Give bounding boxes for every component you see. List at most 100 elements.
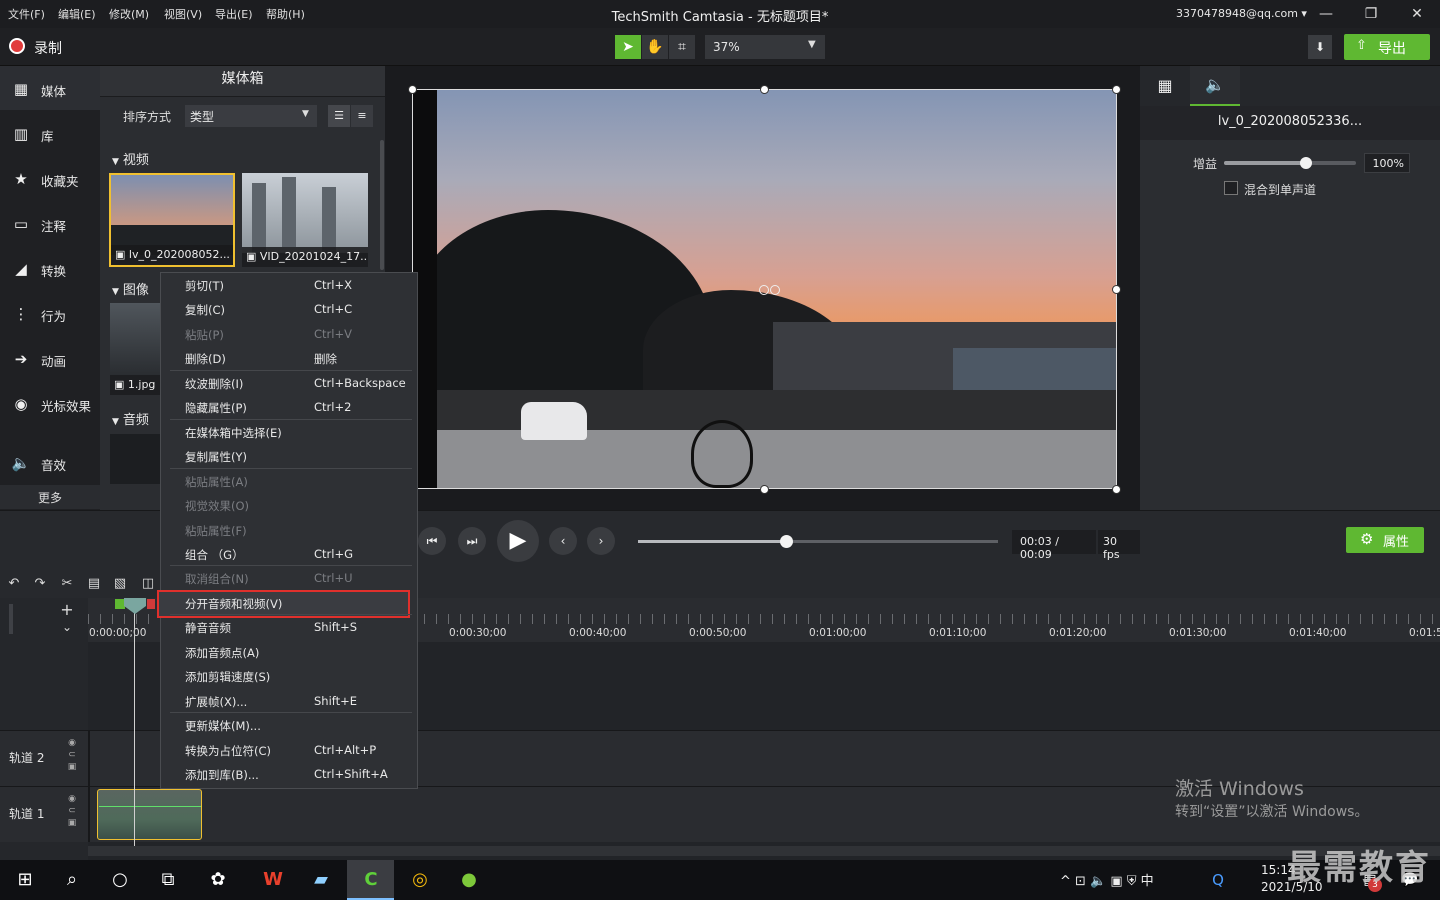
context-menu-item[interactable]: 分开音频和视频(V) <box>161 591 417 615</box>
context-menu-item[interactable]: 添加音频点(A) <box>161 640 417 664</box>
redo-icon[interactable]: ↷ <box>30 576 50 594</box>
context-menu-item[interactable]: 扩展帧(X)... Shift+E <box>161 689 417 713</box>
sidebar-item-library[interactable]: ▥ 库 <box>0 111 100 155</box>
camtasia-icon[interactable]: C <box>356 866 386 894</box>
track-1-controls-icon[interactable]: ◉ ⊂ ▣ <box>66 793 78 829</box>
timeline-scrollbar[interactable] <box>88 846 1440 856</box>
tab-audio-properties[interactable]: 🔈 <box>1190 66 1240 106</box>
search-icon[interactable]: ⌕ <box>57 866 87 894</box>
resize-handle[interactable] <box>408 85 417 94</box>
account-menu[interactable]: 3370478948@qq.com ▾ <box>1176 7 1307 20</box>
prev-clip-icon[interactable]: ‹ <box>549 527 577 555</box>
in-point-marker[interactable] <box>115 599 125 609</box>
start-icon[interactable]: ⊞ <box>10 866 40 894</box>
context-menu-item[interactable]: 转换为占位符(C) Ctrl+Alt+P <box>161 738 417 762</box>
sidebar-item-behaviors[interactable]: ⋮ 行为 <box>0 291 100 335</box>
playhead[interactable] <box>134 600 135 846</box>
app-pinwheel-icon[interactable]: ✿ <box>203 866 233 894</box>
context-menu-item[interactable]: 在媒体箱中选择(E) <box>161 420 417 444</box>
zoom-in-icon[interactable]: + <box>56 600 78 619</box>
tab-video-properties[interactable]: ▦ <box>1140 66 1190 106</box>
qq-icon[interactable]: Q <box>1203 866 1233 894</box>
context-menu-item[interactable]: 复制(C) Ctrl+C <box>161 297 417 321</box>
media-thumb-image-1[interactable]: ▣ 1.jpg <box>110 303 160 395</box>
hand-tool-icon[interactable]: ✋ <box>642 35 668 59</box>
rotate-handle[interactable] <box>770 285 780 295</box>
properties-button[interactable]: 属性 <box>1346 527 1424 553</box>
gain-value-input[interactable]: 100% <box>1364 153 1410 173</box>
undo-icon[interactable]: ↶ <box>4 576 24 594</box>
crop-tool-icon[interactable]: ⌗ <box>669 35 695 59</box>
sidebar-item-favorites[interactable]: ★ 收藏夹 <box>0 156 100 200</box>
scrub-handle[interactable] <box>779 535 793 548</box>
close-button[interactable]: ✕ <box>1402 4 1432 24</box>
melon-app-icon[interactable]: ● <box>454 866 484 894</box>
tick-label: 0:01:30;00 <box>1169 627 1227 639</box>
wps-icon[interactable]: W <box>258 866 288 894</box>
track-2-controls-icon[interactable]: ◉ ⊂ ▣ <box>66 737 78 773</box>
sidebar-item-transitions[interactable]: ◢ 转换 <box>0 246 100 290</box>
select-tool-icon[interactable]: ➤ <box>615 35 641 59</box>
rotate-handle[interactable] <box>759 285 769 295</box>
split-icon[interactable]: ◫ <box>138 576 158 594</box>
copy-icon[interactable]: ▤ <box>84 576 104 594</box>
context-menu-item[interactable]: 剪切(T) Ctrl+X <box>161 273 417 297</box>
context-menu-item[interactable]: 静音音频 Shift+S <box>161 615 417 639</box>
section-video[interactable]: ▼ 视频 <box>112 149 149 168</box>
step-forward-icon[interactable]: ⏭ <box>458 527 486 555</box>
maximize-button[interactable]: ❐ <box>1356 4 1386 24</box>
media-thumb-audio-1[interactable] <box>110 434 160 484</box>
minimize-button[interactable]: — <box>1311 4 1341 24</box>
record-button[interactable]: 录制 <box>34 38 62 58</box>
sidebar-item-cursor-effects[interactable]: ◉ 光标效果 <box>0 381 100 425</box>
context-menu-item[interactable]: 删除(D) 删除 <box>161 346 417 370</box>
timeline-zoom-slider[interactable] <box>9 604 13 634</box>
context-menu-item[interactable]: 隐藏属性(P) Ctrl+2 <box>161 395 417 419</box>
step-back-icon[interactable]: ⏮ <box>418 527 446 555</box>
cortana-icon[interactable]: ○ <box>105 866 135 894</box>
context-menu-item[interactable]: 添加剪辑速度(S) <box>161 664 417 688</box>
section-audio[interactable]: ▼ 音频 <box>112 409 149 428</box>
sidebar-item-animations[interactable]: ➔ 动画 <box>0 336 100 380</box>
mix-mono-checkbox[interactable] <box>1224 181 1238 195</box>
paste-icon[interactable]: ▧ <box>110 576 130 594</box>
sort-descending-icon[interactable]: ≡ <box>351 105 373 127</box>
more-button[interactable]: 更多 <box>38 489 62 506</box>
timeline-clip[interactable] <box>97 789 202 840</box>
sidebar-item-media[interactable]: ▦ 媒体 <box>0 66 100 110</box>
sort-ascending-icon[interactable]: ☰ <box>328 105 350 127</box>
next-clip-icon[interactable]: › <box>587 527 615 555</box>
tick-label: 0:01:5 <box>1409 627 1440 639</box>
media-thumb-video-1[interactable]: ▣ lv_0_202008052... <box>109 173 235 267</box>
context-menu-item[interactable]: 组合 （G） Ctrl+G <box>161 542 417 566</box>
task-view-icon[interactable]: ⧉ <box>153 866 183 894</box>
context-menu-item[interactable]: 添加到库(B)... Ctrl+Shift+A <box>161 762 417 786</box>
resize-handle[interactable] <box>1112 85 1121 94</box>
media-thumb-video-2[interactable]: ▣ VID_20201024_17... <box>242 173 368 267</box>
chevron-down-icon[interactable]: ⌄ <box>56 620 78 638</box>
notes-app-icon[interactable]: ▰ <box>306 866 336 894</box>
sidebar-item-annotations[interactable]: ▭ 注释 <box>0 201 100 245</box>
download-button[interactable]: ⬇ <box>1308 35 1332 59</box>
gain-slider-handle[interactable] <box>1299 157 1312 169</box>
media-bin-scrollbar[interactable] <box>380 140 384 270</box>
play-button[interactable]: ▶ <box>497 520 539 562</box>
record-icon[interactable] <box>9 38 25 54</box>
sidebar-item-audio-effects[interactable]: 🔈 音效 <box>0 440 100 484</box>
context-menu-item[interactable]: 更新媒体(M)... <box>161 713 417 737</box>
clip-volume-line[interactable] <box>99 806 201 807</box>
out-point-marker[interactable] <box>147 599 155 609</box>
resize-handle[interactable] <box>760 485 769 494</box>
system-tray-icons[interactable]: ^ ⊡ 🔈 ▣ ⛨ 中 <box>1060 870 1154 889</box>
sort-select[interactable]: 类型 <box>185 105 317 127</box>
section-image[interactable]: ▼ 图像 <box>112 279 149 298</box>
cut-icon[interactable]: ✂ <box>57 576 77 594</box>
context-menu-item[interactable]: 复制属性(Y) <box>161 444 417 468</box>
resize-handle[interactable] <box>1112 485 1121 494</box>
chrome-icon[interactable]: ◎ <box>405 866 435 894</box>
context-menu-item[interactable]: 纹波删除(I) Ctrl+Backspace <box>161 371 417 395</box>
activation-watermark-title: 激活 Windows <box>1175 778 1304 800</box>
resize-handle[interactable] <box>1112 285 1121 294</box>
zoom-select[interactable]: 37% <box>705 35 825 59</box>
resize-handle[interactable] <box>760 85 769 94</box>
